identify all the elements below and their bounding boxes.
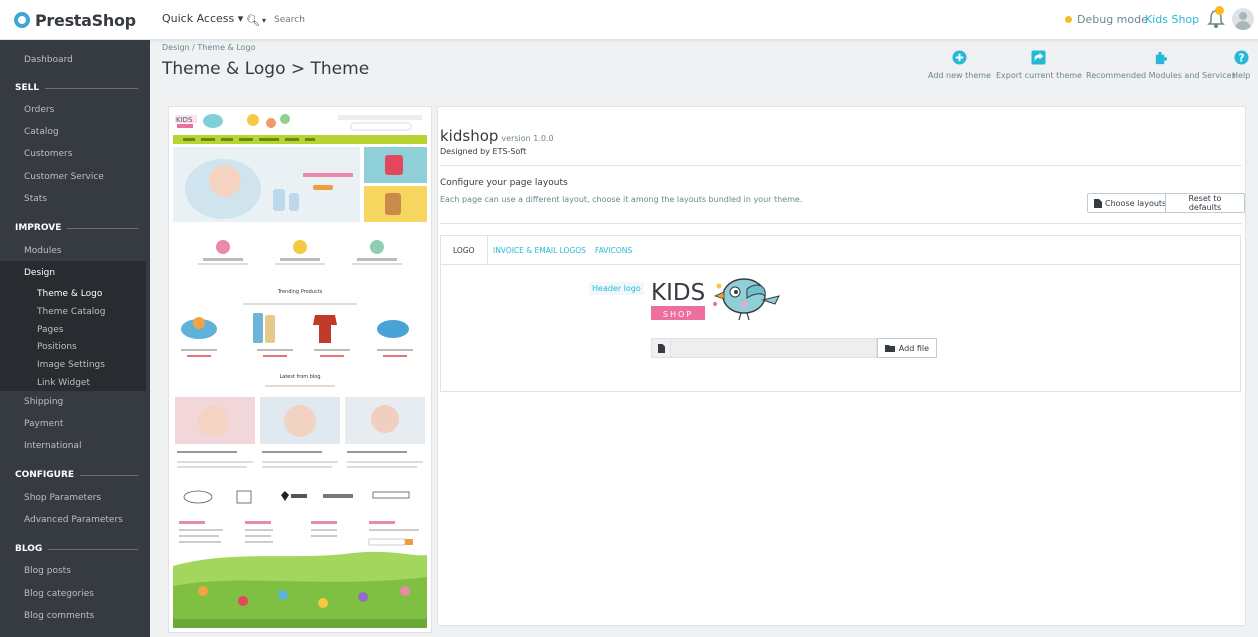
sidebar-section-blog: BLOG xyxy=(0,544,150,554)
logo-shop-text: SHOP xyxy=(663,310,693,319)
divider xyxy=(440,165,1242,166)
brand-name: PrestaShop xyxy=(35,10,136,30)
sidebar-subitem-theme-logo[interactable]: Theme & Logo xyxy=(0,289,146,299)
theme-details-panel: kidshop version 1.0.0 Designed by ETS-Sof… xyxy=(437,106,1246,626)
choose-layouts-button[interactable]: Choose layouts xyxy=(1087,193,1174,213)
folder-icon xyxy=(884,345,895,352)
help-icon: ? xyxy=(1234,50,1249,65)
recommended-modules-label: Recommended Modules and Services xyxy=(1086,71,1236,80)
layouts-section-description: Each page can use a different layout, ch… xyxy=(440,195,803,204)
choose-layouts-label: Choose layouts xyxy=(1105,198,1167,208)
plus-circle-icon xyxy=(952,50,967,65)
sidebar-subitem-pages[interactable]: Pages xyxy=(0,325,146,335)
preview-trending-heading: Trending Products xyxy=(277,289,323,295)
sidebar: Dashboard SELL Orders Catalog Customers … xyxy=(0,40,150,637)
sidebar-subitem-theme-catalog[interactable]: Theme Catalog xyxy=(0,307,146,317)
export-icon xyxy=(1031,50,1047,65)
theme-version: version 1.0.0 xyxy=(501,134,554,143)
shop-name-link[interactable]: Kids Shop xyxy=(1145,13,1199,26)
sidebar-item-advanced-parameters[interactable]: Advanced Parameters xyxy=(0,515,150,525)
add-new-theme-button[interactable]: Add new theme xyxy=(928,50,991,80)
sidebar-item-shop-parameters[interactable]: Shop Parameters xyxy=(0,493,150,503)
puzzle-icon xyxy=(1156,51,1168,65)
sidebar-item-shipping[interactable]: Shipping xyxy=(0,397,150,407)
prestashop-logo[interactable]: PrestaShop xyxy=(0,0,150,40)
tab-invoice-email-logos[interactable]: INVOICE & EMAIL LOGOS xyxy=(481,236,598,264)
theme-name: kidshop version 1.0.0 xyxy=(440,127,554,145)
search-bar: 🔍︎ ▾ xyxy=(246,9,398,31)
logo-kids-text: KIDS xyxy=(651,280,705,306)
sidebar-section-configure: CONFIGURE xyxy=(0,470,150,480)
debug-mode-label: Debug mode xyxy=(1077,13,1148,26)
layouts-section-title: Configure your page layouts xyxy=(440,178,568,188)
sidebar-item-international[interactable]: International xyxy=(0,441,150,451)
sidebar-item-customers[interactable]: Customers xyxy=(0,149,150,159)
add-file-button[interactable]: Add file xyxy=(876,338,937,358)
sidebar-section-improve: IMPROVE xyxy=(0,223,150,233)
header-logo-label: Header logo xyxy=(589,282,644,295)
theme-name-text: kidshop xyxy=(440,127,499,145)
help-label: Help xyxy=(1232,71,1251,80)
sidebar-subitem-link-widget[interactable]: Link Widget xyxy=(0,378,146,388)
sidebar-subitem-image-settings[interactable]: Image Settings xyxy=(0,360,146,370)
sidebar-item-customer-service[interactable]: Customer Service xyxy=(0,172,150,182)
debug-mode-indicator[interactable]: Debug mode xyxy=(1065,13,1148,26)
logo-file-upload: Add file xyxy=(651,338,937,358)
export-current-theme-button[interactable]: Export current theme xyxy=(996,50,1082,80)
add-new-theme-label: Add new theme xyxy=(928,71,991,80)
sidebar-item-catalog[interactable]: Catalog xyxy=(0,127,150,137)
recommended-modules-button[interactable]: Recommended Modules and Services xyxy=(1086,50,1236,80)
sidebar-item-blog-comments[interactable]: Blog comments xyxy=(0,611,150,621)
top-bar: PrestaShop Quick Access ▾ 🔍︎ ▾ Debug mod… xyxy=(0,0,1258,40)
tab-divider xyxy=(441,264,1240,265)
tab-favicons[interactable]: FAVICONS xyxy=(583,236,644,264)
prestashop-mark-icon xyxy=(14,12,30,28)
preview-logo-text: KIDS xyxy=(176,116,193,124)
sidebar-section-sell: SELL xyxy=(0,83,150,93)
theme-author: Designed by ETS-Soft xyxy=(440,147,527,156)
user-avatar[interactable] xyxy=(1232,8,1254,30)
sidebar-item-blog-categories[interactable]: Blog categories xyxy=(0,589,150,599)
breadcrumb[interactable]: Design / Theme & Logo xyxy=(162,43,256,52)
debug-status-dot xyxy=(1065,16,1072,23)
sidebar-item-design[interactable]: Design xyxy=(0,268,150,278)
sidebar-item-blog-posts[interactable]: Blog posts xyxy=(0,566,150,576)
sidebar-item-modules[interactable]: Modules xyxy=(0,246,150,256)
quick-access-menu[interactable]: Quick Access ▾ xyxy=(162,12,243,25)
logo-file-input[interactable] xyxy=(671,338,877,358)
svg-text:?: ? xyxy=(1238,52,1244,64)
add-file-label: Add file xyxy=(898,343,929,353)
sidebar-item-orders[interactable]: Orders xyxy=(0,105,150,115)
theme-preview-image: KIDS Trending Products Latest from blog xyxy=(173,111,427,628)
sidebar-subitem-positions[interactable]: Positions xyxy=(0,342,146,352)
header-logo-image: KIDS SHOP xyxy=(651,278,780,321)
file-icon xyxy=(651,338,671,358)
reset-to-defaults-button[interactable]: Reset to defaults xyxy=(1165,193,1245,213)
divider xyxy=(440,223,1242,224)
sidebar-item-dashboard[interactable]: Dashboard xyxy=(0,55,150,65)
file-icon xyxy=(1094,198,1102,208)
notification-badge xyxy=(1215,6,1224,15)
search-input[interactable] xyxy=(273,15,384,25)
sidebar-item-stats[interactable]: Stats xyxy=(0,194,150,204)
logo-tabs-container: LOGO INVOICE & EMAIL LOGOS FAVICONS Head… xyxy=(440,235,1241,392)
sidebar-item-payment[interactable]: Payment xyxy=(0,419,150,429)
help-button[interactable]: ? Help xyxy=(1232,50,1250,80)
search-caret-icon[interactable]: ▾ xyxy=(262,16,266,25)
theme-preview: KIDS Trending Products Latest from blog xyxy=(168,106,432,633)
page-title: Theme & Logo > Theme xyxy=(162,59,370,79)
search-icon[interactable]: 🔍︎ xyxy=(246,14,260,27)
preview-blog-heading: Latest from blog xyxy=(279,374,320,380)
export-current-theme-label: Export current theme xyxy=(996,71,1082,80)
